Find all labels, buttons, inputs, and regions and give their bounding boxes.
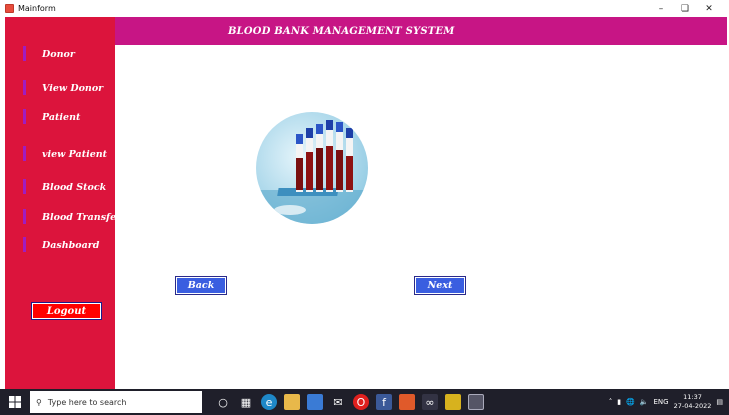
title-bar: Mainform – ❏ ✕ bbox=[0, 0, 729, 17]
mainform-app-icon[interactable] bbox=[468, 394, 484, 410]
header-bar: BLOOD BANK MANAGEMENT SYSTEM bbox=[115, 17, 727, 45]
sidebar-item-donor[interactable]: Donor bbox=[5, 43, 115, 65]
sidebar-item-label: Donor bbox=[42, 48, 75, 60]
main-panel bbox=[115, 45, 727, 389]
window-title: Mainform bbox=[18, 4, 56, 13]
sidebar-item-view-donor[interactable]: View Donor bbox=[5, 77, 115, 99]
sidebar-marker bbox=[23, 146, 26, 161]
sidebar-item-label: Patient bbox=[42, 111, 81, 123]
notifications-icon[interactable]: ▤ bbox=[716, 398, 723, 406]
facebook-icon[interactable]: f bbox=[376, 394, 392, 410]
sidebar-item-label: View Donor bbox=[42, 82, 104, 94]
windows-start-icon[interactable] bbox=[0, 389, 30, 415]
task-view-icon[interactable]: ▦ bbox=[238, 394, 254, 410]
sidebar: Donor View Donor Patient view Patient Bl… bbox=[5, 17, 126, 389]
chevron-up-icon[interactable]: ˄ bbox=[609, 398, 613, 406]
sidebar-marker bbox=[23, 209, 26, 224]
network-icon[interactable]: 🌐 bbox=[626, 398, 635, 406]
app-icon bbox=[5, 4, 14, 13]
taskbar: ⚲ Type here to search ○ ▦ e ✉ O f ∞ ˄ ▮ … bbox=[0, 389, 729, 415]
taskbar-apps: ○ ▦ e ✉ O f ∞ bbox=[215, 389, 484, 415]
sidebar-marker bbox=[23, 237, 26, 252]
edge-icon[interactable]: e bbox=[261, 394, 277, 410]
sidebar-item-view-patient[interactable]: view Patient bbox=[5, 143, 115, 165]
taskbar-search-input[interactable]: ⚲ Type here to search bbox=[30, 391, 202, 413]
sidebar-marker bbox=[23, 109, 26, 124]
language-indicator[interactable]: ENG bbox=[654, 398, 669, 406]
page-title: BLOOD BANK MANAGEMENT SYSTEM bbox=[228, 25, 455, 37]
tubes-illustration bbox=[256, 120, 368, 224]
sidebar-item-label: Blood Stock bbox=[42, 181, 107, 193]
clock[interactable]: 11:37 27-04-2022 bbox=[674, 393, 712, 411]
blood-sample-tubes-image bbox=[256, 112, 368, 224]
back-button[interactable]: Back bbox=[175, 276, 227, 295]
volume-icon[interactable]: 🔈 bbox=[640, 398, 649, 406]
sidebar-item-label: view Patient bbox=[42, 148, 108, 160]
minimize-icon[interactable]: – bbox=[649, 2, 673, 15]
sidebar-item-label: Blood Transfert bbox=[42, 211, 126, 223]
cortana-icon[interactable]: ○ bbox=[215, 394, 231, 410]
sidebar-marker bbox=[23, 179, 26, 194]
sidebar-item-patient[interactable]: Patient bbox=[5, 106, 115, 128]
sidebar-item-blood-transfert[interactable]: Blood Transfert bbox=[5, 206, 126, 228]
sidebar-marker bbox=[23, 80, 26, 95]
system-tray: ˄ ▮ 🌐 🔈 ENG 11:37 27-04-2022 ▤ bbox=[609, 389, 723, 415]
search-icon: ⚲ bbox=[36, 397, 42, 407]
clock-time: 11:37 bbox=[683, 393, 702, 401]
app-icon-orange[interactable] bbox=[399, 394, 415, 410]
window-controls: – ❏ ✕ bbox=[649, 2, 721, 15]
sidebar-marker bbox=[23, 46, 26, 61]
sidebar-item-blood-stock[interactable]: Blood Stock bbox=[5, 176, 115, 198]
file-explorer-icon[interactable] bbox=[284, 394, 300, 410]
clock-date: 27-04-2022 bbox=[673, 402, 712, 410]
sidebar-item-label: Dashboard bbox=[42, 239, 100, 251]
app-window: Mainform – ❏ ✕ Donor View Donor Patient … bbox=[0, 0, 729, 389]
restore-icon[interactable]: ❏ bbox=[673, 2, 697, 15]
app-icon-yellow[interactable] bbox=[445, 394, 461, 410]
battery-icon[interactable]: ▮ bbox=[617, 398, 621, 406]
search-placeholder: Type here to search bbox=[47, 397, 127, 407]
sidebar-item-dashboard[interactable]: Dashboard bbox=[5, 234, 115, 256]
app-icon-link[interactable]: ∞ bbox=[422, 394, 438, 410]
logout-button[interactable]: Logout bbox=[31, 302, 102, 320]
opera-icon[interactable]: O bbox=[353, 394, 369, 410]
close-icon[interactable]: ✕ bbox=[697, 2, 721, 15]
next-button[interactable]: Next bbox=[414, 276, 466, 295]
store-icon[interactable] bbox=[307, 394, 323, 410]
mail-icon[interactable]: ✉ bbox=[330, 394, 346, 410]
